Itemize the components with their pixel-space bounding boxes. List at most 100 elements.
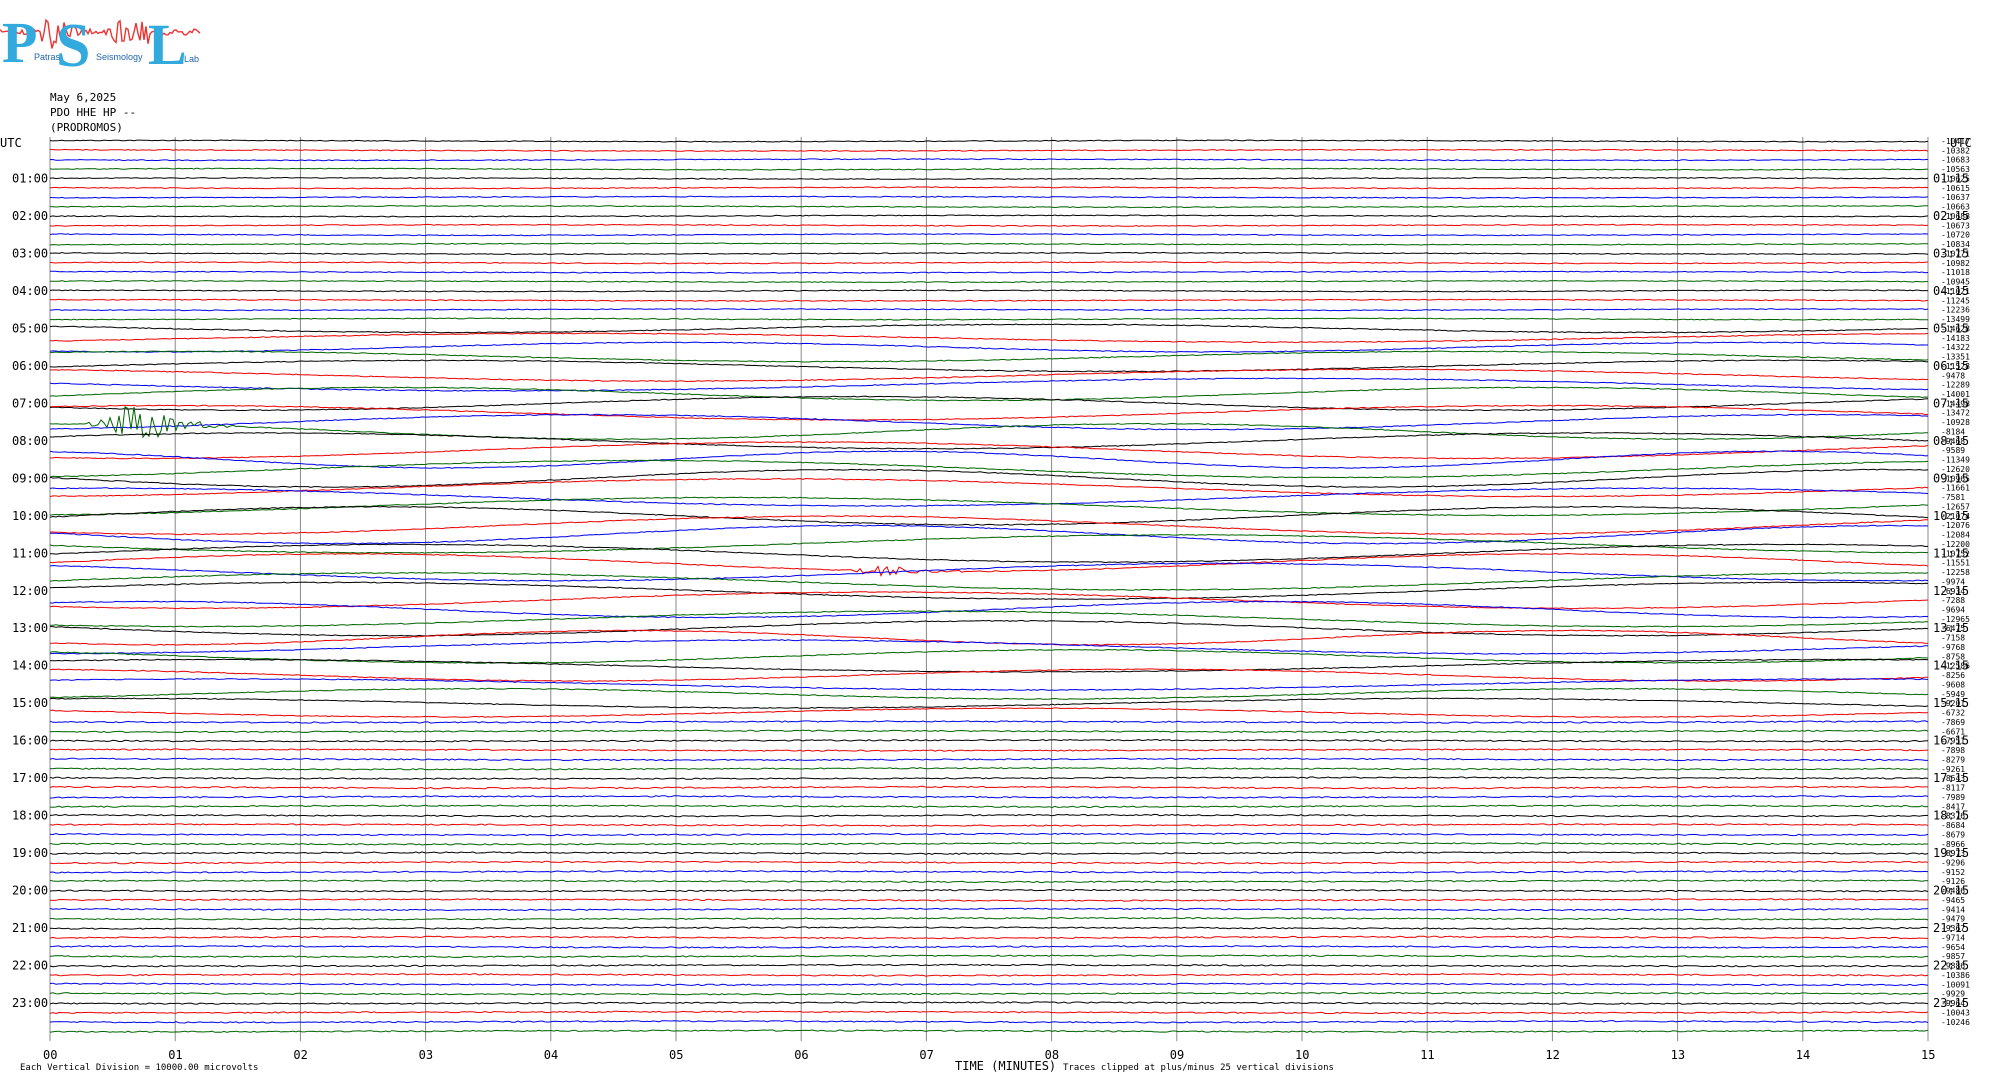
trace-offset-label: -9152 — [1941, 868, 1965, 877]
minute-tick-label: 05 — [669, 1048, 683, 1062]
hour-label-right: 12:15 — [1933, 584, 1969, 598]
trace-line — [49, 707, 1929, 718]
trace-line — [49, 832, 1929, 837]
trace-line — [50, 298, 1929, 302]
hour-label-right: 14:15 — [1933, 659, 1969, 673]
trace-line — [49, 450, 1929, 469]
trace-line — [49, 1019, 1929, 1024]
hour-label-left: 05:00 — [12, 321, 48, 335]
trace-line — [50, 431, 1929, 450]
minute-tick-label: 04 — [544, 1048, 558, 1062]
hour-label-left: 09:00 — [12, 471, 48, 485]
hour-label-right: 06:15 — [1933, 359, 1969, 373]
trace-line — [49, 720, 1929, 724]
trace-offset-label: -9654 — [1941, 943, 1965, 952]
trace-offset-label: -10091 — [1941, 980, 1970, 989]
trace-offset-label: -9694 — [1941, 606, 1965, 615]
trace-line — [49, 205, 1928, 209]
hour-label-right: 03:15 — [1933, 246, 1969, 260]
division-note: Each Vertical Division = 10000.00 microv… — [20, 1063, 258, 1073]
trace-line — [49, 186, 1929, 190]
hour-label-right: 01:15 — [1933, 171, 1969, 185]
trace-line — [49, 233, 1929, 237]
hour-label-left: 12:00 — [12, 584, 48, 598]
hour-label-right: 17:15 — [1933, 771, 1969, 785]
trace-line — [49, 729, 1929, 734]
trace-line — [49, 841, 1929, 846]
trace-offset-label: -7581 — [1941, 493, 1965, 502]
hour-label-right: 11:15 — [1933, 546, 1969, 560]
right-hour-labels: 01:15 02:15 03:15 04:15 05:15 06:15 07:15 08:15… — [1933, 171, 1969, 1010]
hour-label-right: 04:15 — [1933, 284, 1969, 298]
trace-offset-label: -10246 — [1941, 1018, 1970, 1027]
hour-label-right: 08:15 — [1933, 434, 1969, 448]
hour-label-right: 23:15 — [1933, 996, 1969, 1010]
trace-line — [49, 251, 1929, 256]
trace-offset-label: -9768 — [1941, 643, 1965, 652]
trace-line — [49, 639, 1929, 655]
trace-line — [49, 916, 1929, 921]
trace-offset-label: -9608 — [1941, 680, 1965, 689]
trace-line — [49, 214, 1929, 218]
hour-label-left: 01:00 — [12, 171, 48, 185]
trace-line — [49, 148, 1929, 152]
trace-line — [49, 350, 1929, 363]
trace-offset-label: -12084 — [1941, 531, 1970, 540]
trace-line — [49, 242, 1929, 246]
trace-line — [49, 973, 1929, 977]
minute-tick-label: 12 — [1545, 1048, 1559, 1062]
hour-label-left: 22:00 — [12, 959, 48, 973]
trace-offset-label: -10683 — [1941, 156, 1970, 165]
trace-line — [49, 991, 1929, 996]
trace-line — [49, 926, 1929, 930]
clip-note: Traces clipped at plus/minus 25 vertical… — [1063, 1063, 1334, 1073]
trace-line — [49, 748, 1929, 752]
hour-label-left: 08:00 — [12, 434, 48, 448]
trace-line — [49, 524, 1929, 545]
trace-line — [49, 982, 1929, 987]
trace-line — [49, 813, 1929, 818]
trace-line — [49, 368, 1929, 383]
trace-line — [49, 870, 1929, 874]
hour-label-left: 04:00 — [12, 284, 48, 298]
hour-label-right: 07:15 — [1933, 396, 1969, 410]
trace-line — [49, 907, 1929, 912]
trace-line — [49, 851, 1929, 855]
trace-line — [49, 785, 1928, 790]
trace-line — [49, 767, 1929, 771]
trace-line — [49, 776, 1929, 780]
hour-label-left: 15:00 — [12, 696, 48, 710]
minute-tick-label: 15 — [1921, 1048, 1935, 1062]
trace-line — [49, 1010, 1929, 1015]
minute-tick-label: 00 — [43, 1048, 57, 1062]
hour-label-left: 21:00 — [12, 921, 48, 935]
trace-line — [49, 487, 1929, 507]
trace-line — [49, 395, 1929, 412]
trace-line — [49, 359, 1929, 373]
hour-label-right: 19:15 — [1933, 846, 1969, 860]
hour-label-left: 19:00 — [12, 846, 48, 860]
trace-line — [49, 898, 1929, 902]
trace-offset-label: -11018 — [1941, 268, 1970, 277]
left-hour-labels: 01:00 02:00 03:00 04:00 05:00 06:00 07:00 08:00… — [12, 171, 48, 1010]
trace-offset-label: -11349 — [1941, 456, 1970, 465]
trace-line — [49, 954, 1929, 958]
hour-label-left: 14:00 — [12, 659, 48, 673]
trace-line — [49, 738, 1929, 743]
trace-offset-label: -7989 — [1941, 793, 1965, 802]
trace-line — [49, 1029, 1929, 1033]
hour-label-right: 20:15 — [1933, 884, 1969, 898]
trace-line — [50, 279, 1929, 284]
trace-line — [49, 795, 1929, 799]
trace-line — [49, 888, 1929, 893]
hour-label-left: 11:00 — [12, 546, 48, 560]
trace-offset-label: -10637 — [1941, 193, 1970, 202]
trace-line — [49, 963, 1929, 968]
trace-line — [49, 176, 1929, 181]
hour-label-right: 16:15 — [1933, 734, 1969, 748]
trace-line — [49, 879, 1929, 884]
minute-tick-label: 03 — [419, 1048, 433, 1062]
hour-label-left: 23:00 — [12, 996, 48, 1010]
trace-offset-label: -14322 — [1941, 343, 1970, 352]
trace-line — [49, 261, 1929, 265]
